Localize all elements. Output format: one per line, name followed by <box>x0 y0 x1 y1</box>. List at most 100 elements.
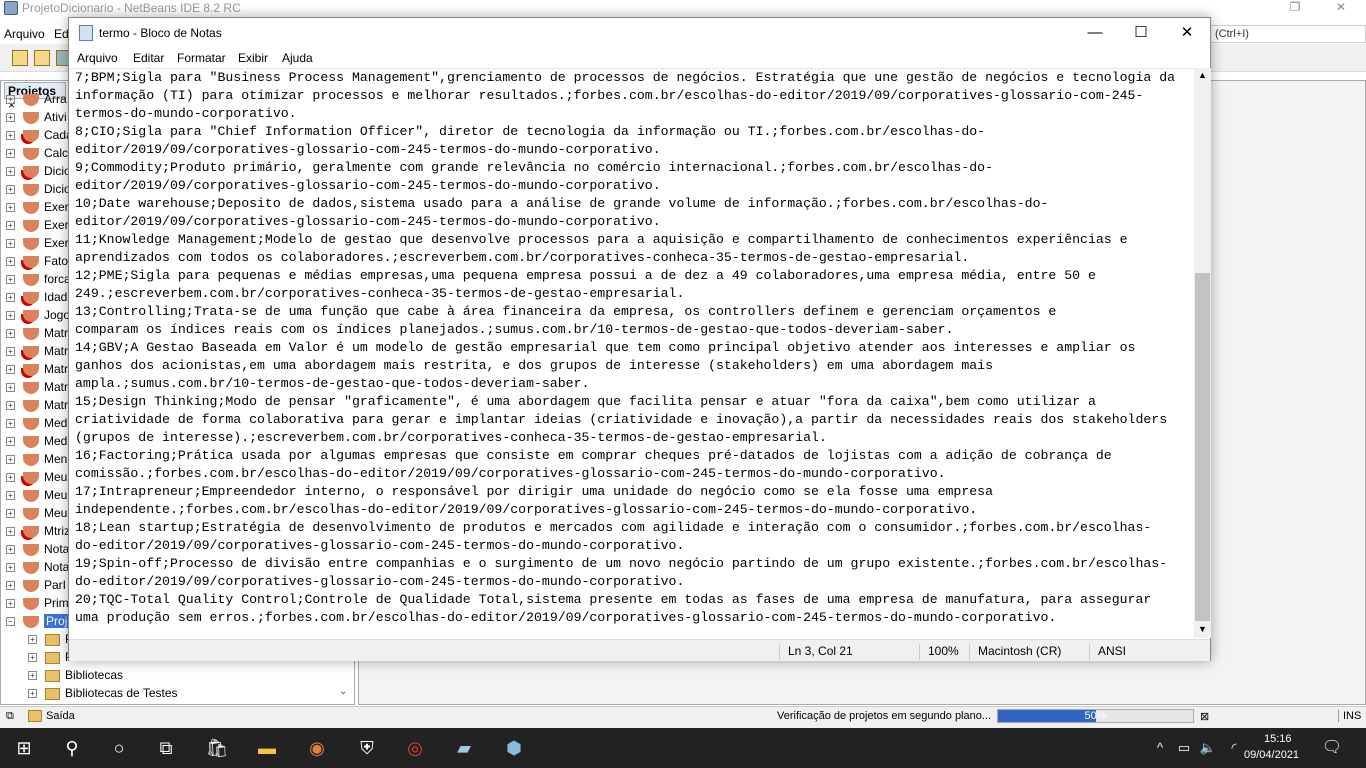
expand-icon[interactable]: − <box>6 617 15 627</box>
cortana-icon[interactable]: ○ <box>107 736 131 760</box>
expand-icon[interactable]: + <box>6 599 15 609</box>
project-item[interactable]: + Fato <box>6 254 68 272</box>
expand-icon[interactable]: + <box>6 401 15 411</box>
clock-date[interactable]: 09/04/2021 <box>1244 749 1299 761</box>
volume-icon[interactable]: 🔈 <box>1196 736 1220 760</box>
project-item[interactable]: + Menu <box>6 452 74 470</box>
project-child-item[interactable]: + Bibliotecas de Testes <box>28 686 178 704</box>
project-item[interactable]: + ParI <box>6 578 66 596</box>
project-item[interactable]: + Meul <box>6 488 70 506</box>
cancel-task-icon[interactable]: ⊠ <box>1200 710 1209 723</box>
project-item[interactable]: + Matr <box>6 362 68 380</box>
file-explorer-icon[interactable]: ▬ <box>255 736 279 760</box>
project-item[interactable]: + Dicio <box>6 182 71 200</box>
expand-icon[interactable]: + <box>6 131 15 141</box>
expand-icon[interactable]: + <box>6 365 15 375</box>
project-item[interactable]: + Meul <box>6 506 70 524</box>
project-item[interactable]: + Cada <box>6 128 73 146</box>
menu-formatar[interactable]: Formatar <box>177 51 226 65</box>
expand-icon[interactable]: + <box>6 581 15 591</box>
project-item[interactable]: + Idad <box>6 290 67 308</box>
scroll-down-icon[interactable]: ▼ <box>1194 624 1211 634</box>
vertical-scrollbar[interactable]: ▲ ▼ <box>1194 68 1211 638</box>
expand-icon[interactable]: + <box>6 455 15 465</box>
project-item[interactable]: + Calc <box>6 146 68 164</box>
project-item[interactable]: + Dicio <box>6 164 71 182</box>
expand-icon[interactable]: + <box>6 419 15 429</box>
new-project-icon[interactable] <box>34 50 50 66</box>
battery-icon[interactable]: ▭ <box>1172 736 1196 760</box>
new-file-icon[interactable] <box>12 50 28 66</box>
expand-icon[interactable]: + <box>28 653 37 663</box>
expand-icon[interactable]: + <box>6 185 15 195</box>
netbeans-menu-arquivo[interactable]: Arquivo <box>4 27 45 41</box>
project-item[interactable]: + Ativi <box>6 110 67 128</box>
expand-icon[interactable]: + <box>6 545 15 555</box>
expand-icon[interactable]: + <box>28 671 37 681</box>
scrollbar-thumb[interactable] <box>1195 273 1210 621</box>
notifications-icon[interactable]: 🗨 <box>1320 736 1344 760</box>
project-item[interactable]: + Meul <box>6 470 70 488</box>
expand-icon[interactable]: + <box>6 311 15 321</box>
project-item[interactable]: + Arra <box>6 92 67 110</box>
menu-arquivo[interactable]: Arquivo <box>77 51 118 65</box>
expand-icon[interactable]: + <box>6 509 15 519</box>
store-icon[interactable]: 🛍 <box>205 736 229 760</box>
project-child-item[interactable]: +P <box>28 632 73 650</box>
project-item[interactable]: + Nota <box>6 542 69 560</box>
project-item[interactable]: + Nota <box>6 560 69 578</box>
menu-exibir[interactable]: Exibir <box>238 51 268 65</box>
project-item[interactable]: + Matr <box>6 326 68 344</box>
project-item[interactable]: + Exer <box>6 200 69 218</box>
tab-saida[interactable]: Saída <box>46 710 75 722</box>
maximize-button[interactable]: ☐ <box>1118 18 1164 48</box>
expand-icon[interactable]: + <box>6 527 15 537</box>
expand-icon[interactable]: + <box>6 203 15 213</box>
expand-icon[interactable]: + <box>6 473 15 483</box>
notepad-taskbar-icon[interactable]: ▰ <box>452 736 476 760</box>
text-editor[interactable]: 7;BPM;Sigla para "Business Process Manag… <box>70 68 1194 638</box>
netbeans-menu-editar[interactable]: Ed <box>54 27 69 41</box>
project-item[interactable]: + forca <box>6 272 71 290</box>
expand-icon[interactable]: + <box>6 293 15 303</box>
project-item[interactable]: + Mtriz <box>6 524 70 542</box>
netbeans-close-button[interactable]: ✕ <box>1318 0 1364 17</box>
netbeans-restore-button[interactable]: ❐ <box>1272 0 1318 17</box>
expand-icon[interactable]: + <box>6 491 15 501</box>
project-item[interactable]: − Proj <box>6 614 70 632</box>
scroll-up-icon[interactable]: ▲ <box>1194 70 1211 80</box>
project-item[interactable]: + Exer <box>6 236 69 254</box>
show-hidden-icons[interactable]: ^ <box>1148 736 1172 760</box>
project-item[interactable]: + Matr <box>6 380 68 398</box>
project-item[interactable]: + Medi <box>6 434 70 452</box>
menu-editar[interactable]: Editar <box>133 51 164 65</box>
expand-icon[interactable]: + <box>6 347 15 357</box>
menu-ajuda[interactable]: Ajuda <box>282 51 313 65</box>
search-icon[interactable]: ⚲ <box>60 736 84 760</box>
scroll-down-icon[interactable]: ⌄ <box>339 686 347 697</box>
project-item[interactable]: + Medi <box>6 416 70 434</box>
expand-icon[interactable]: + <box>6 113 15 123</box>
expand-icon[interactable]: + <box>6 329 15 339</box>
project-child-item[interactable]: + Bibliotecas <box>28 668 123 686</box>
minimize-button[interactable]: — <box>1072 18 1118 48</box>
expand-icon[interactable]: + <box>6 257 15 267</box>
expand-icon[interactable]: + <box>6 437 15 447</box>
netbeans-search-input[interactable]: (Ctrl+I) <box>1210 25 1366 43</box>
expand-icon[interactable]: + <box>28 689 37 699</box>
expand-icon[interactable]: + <box>6 275 15 285</box>
expand-icon[interactable]: + <box>6 563 15 573</box>
project-item[interactable]: + Matr <box>6 344 68 362</box>
expand-icon[interactable]: + <box>6 239 15 249</box>
expand-icon[interactable]: + <box>6 383 15 393</box>
project-item[interactable]: + Prim <box>6 596 69 614</box>
close-button[interactable]: ✕ <box>1164 18 1210 48</box>
media-player-icon[interactable]: ◉ <box>305 736 329 760</box>
wifi-icon[interactable]: ◜ <box>1222 736 1246 760</box>
expand-icon[interactable]: + <box>28 635 37 645</box>
project-item[interactable]: + Jogo <box>6 308 70 326</box>
expand-icon[interactable]: + <box>6 149 15 159</box>
output-icon[interactable]: ⧉ <box>6 710 14 723</box>
windows-start-icon[interactable]: ⊞ <box>12 736 36 760</box>
project-item[interactable]: + Matr <box>6 398 68 416</box>
